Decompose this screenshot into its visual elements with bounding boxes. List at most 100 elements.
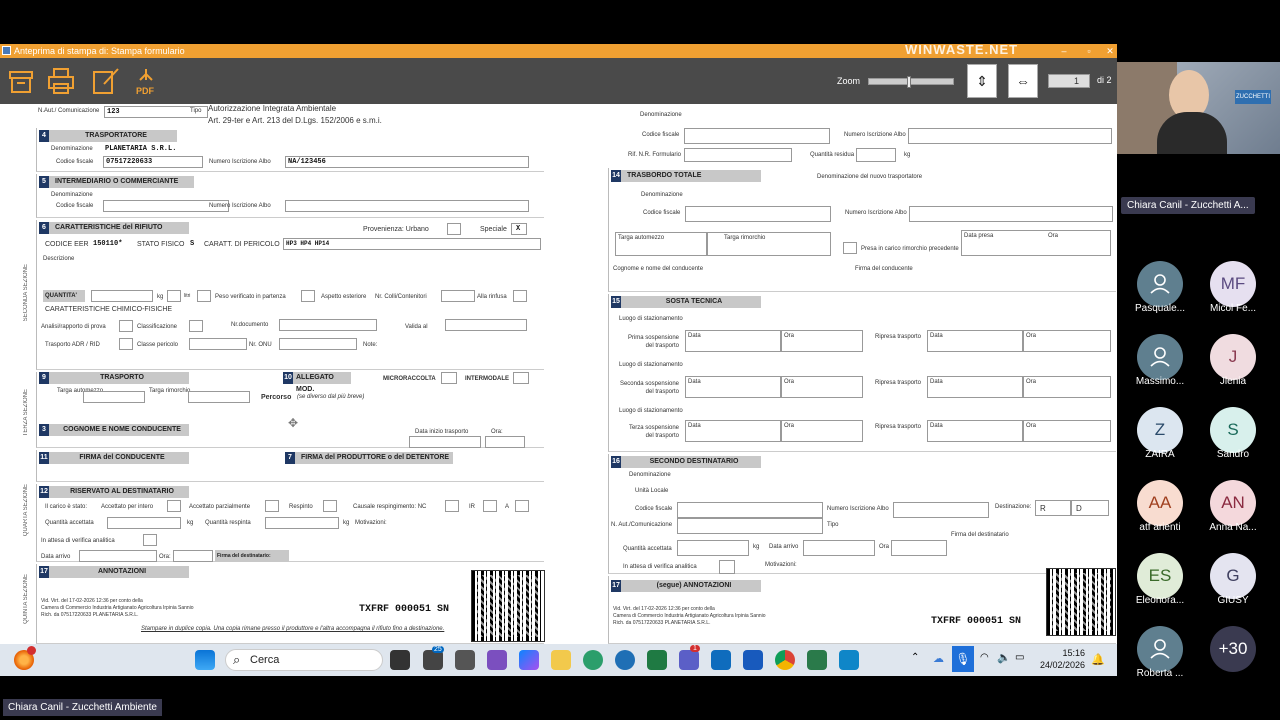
ora-label: Ora — [1026, 333, 1037, 339]
zoom-slider[interactable] — [868, 76, 954, 88]
tipo-label: Tipo — [827, 522, 839, 528]
colli-label: Nr. Colli/Contenitori — [375, 294, 427, 300]
participant-name: ZAIRA — [1145, 449, 1175, 460]
firma-conducente-label: Firma del conducente — [855, 266, 913, 272]
battery-icon[interactable]: ▭ — [1015, 652, 1024, 663]
footer-rich: Rich. da 07517220633 PLANETARIA S.R.L. — [41, 612, 139, 618]
provenienza-label: Provenienza: Urbano — [363, 226, 429, 233]
speaker-video: ZUCCHETTI — [1117, 62, 1280, 154]
tipo-label: Tipo — [190, 108, 202, 114]
chevron-up-icon[interactable]: ⌃ — [911, 652, 919, 663]
maximize-icon[interactable]: ▫ — [1082, 44, 1096, 58]
chrome-icon[interactable] — [775, 650, 795, 670]
close-icon[interactable]: ✕ — [1103, 44, 1117, 58]
microraccolta-label: MICRORACCOLTA — [383, 376, 436, 382]
tipo-value: Autorizzazione Integrata Ambientale — [208, 104, 337, 113]
onedrive-icon[interactable]: ☁ — [933, 652, 944, 665]
person-icon — [1149, 274, 1171, 299]
volume-icon[interactable]: 🔈 — [997, 651, 1011, 664]
participant-avatar[interactable] — [1137, 261, 1183, 307]
cognome-conducente-label: Cognome e nome del conducente — [613, 266, 704, 272]
participant-avatar[interactable]: Z — [1137, 407, 1183, 453]
notifications-bell-icon[interactable]: 🔔 — [1091, 653, 1105, 666]
excel-icon[interactable] — [647, 650, 667, 670]
zoom-slider-thumb[interactable] — [907, 76, 911, 88]
luogo-stazionamento-label: Luogo di stazionamento — [619, 362, 683, 368]
ir-label: IR — [469, 504, 475, 510]
mail-icon[interactable] — [423, 650, 443, 670]
window-title: Anteprima di stampa di: Stampa formulari… — [14, 46, 185, 56]
section-number: 14 — [611, 170, 621, 182]
form-code: TXFRF 000051 SN — [931, 616, 1022, 627]
data-inizio-field — [409, 436, 481, 448]
nuovo-trasportatore-label: Denominazione del nuovo trasportatore — [817, 174, 923, 180]
remote-desktop-icon[interactable] — [839, 650, 859, 670]
data-arrivo-label: Data arrivo — [769, 544, 799, 550]
colli-field — [441, 290, 475, 302]
data-label: Data — [930, 423, 943, 429]
participant-avatar[interactable]: MF — [1210, 261, 1256, 307]
section-title: TRASPORTATORE — [49, 130, 177, 142]
quantita-accettata-field — [677, 540, 749, 556]
taskbar-search[interactable]: ⌕ Cerca — [225, 649, 383, 671]
windows-start-icon[interactable] — [195, 650, 215, 670]
participant-avatar[interactable]: AN — [1210, 480, 1256, 526]
targa-automezzo-label: Targa automezzo — [618, 235, 665, 241]
attesa-verifica-checkbox — [143, 534, 157, 546]
rif-formulario-field — [684, 148, 792, 162]
respinto-label: Respinto — [289, 504, 313, 510]
task-view-icon[interactable] — [390, 650, 410, 670]
quantita-accettata-label: Quantità accettata — [45, 520, 94, 526]
print-preview-window: Anteprima di stampa di: Stampa formulari… — [0, 44, 1117, 676]
winwaste-app-icon[interactable] — [807, 650, 827, 670]
participant-avatar[interactable] — [1137, 334, 1183, 380]
teams-icon[interactable] — [679, 650, 699, 670]
participant-avatar[interactable]: G — [1210, 553, 1256, 599]
participant-avatar[interactable] — [1137, 626, 1183, 672]
microphone-icon[interactable]: 🎙 — [952, 646, 974, 672]
speciale-mark: X — [516, 225, 521, 233]
participant-name: Jlenia — [1219, 376, 1247, 387]
section-secondo-destinatario: 16 SECONDO DESTINATARIO Denominazione Un… — [608, 454, 1116, 574]
section-sosta-tecnica: 15 SOSTA TECNICA Luogo di stazionamento … — [608, 294, 1116, 452]
copilot-icon[interactable] — [519, 650, 539, 670]
snipping-tool-icon[interactable] — [487, 650, 507, 670]
archive-icon[interactable] — [6, 66, 36, 96]
speaker-name-pill: Chiara Canil - Zucchetti A... — [1121, 197, 1255, 214]
wifi-icon[interactable]: ◠ — [980, 652, 989, 663]
edge-icon[interactable] — [583, 650, 603, 670]
codice-fiscale-label: Codice fiscale — [56, 203, 94, 209]
participant-name: Eleonora... — [1135, 595, 1185, 606]
dell-icon[interactable] — [615, 650, 635, 670]
data-label: Data — [930, 333, 943, 339]
participant-avatar[interactable]: J — [1210, 334, 1256, 380]
pericolo-field: HP3 HP4 HP14 — [283, 238, 541, 250]
participant-avatar[interactable]: +30 — [1210, 626, 1256, 672]
word-icon[interactable] — [743, 650, 763, 670]
albo-label: Numero Iscrizione Albo — [209, 203, 271, 209]
n-aut-field — [677, 518, 823, 534]
pdf-icon[interactable]: PDF — [131, 66, 161, 96]
page-number-input[interactable]: 1 — [1048, 74, 1090, 88]
participant-avatar[interactable]: ES — [1137, 553, 1183, 599]
albo-field: NA/123456 — [285, 156, 529, 168]
system-clock[interactable]: 15:16 24/02/2026 — [1035, 647, 1085, 671]
outlook-icon[interactable] — [711, 650, 731, 670]
peso-checkbox — [301, 290, 315, 302]
participant-avatar[interactable]: S — [1210, 407, 1256, 453]
fit-width-icon[interactable]: ⇔ — [1008, 64, 1038, 98]
ora-field — [891, 540, 947, 556]
print-icon[interactable] — [46, 66, 76, 96]
minimize-icon[interactable]: – — [1057, 44, 1071, 58]
valida-label: Valida al — [405, 324, 428, 330]
file-explorer-icon[interactable] — [551, 650, 571, 670]
participant-avatar[interactable]: AA — [1137, 480, 1183, 526]
participant-initials: ES — [1148, 566, 1172, 585]
fit-height-icon[interactable]: ⇕ — [967, 64, 997, 98]
calculator-icon[interactable] — [455, 650, 475, 670]
ora-label: Ora — [1026, 379, 1037, 385]
ora-label: Ora — [879, 544, 890, 550]
albo-value: NA/123456 — [288, 158, 326, 166]
document-preview: N.Aut./ Comunicazione 123 Tipo Autorizza… — [0, 104, 1117, 644]
edit-icon[interactable] — [90, 66, 120, 96]
